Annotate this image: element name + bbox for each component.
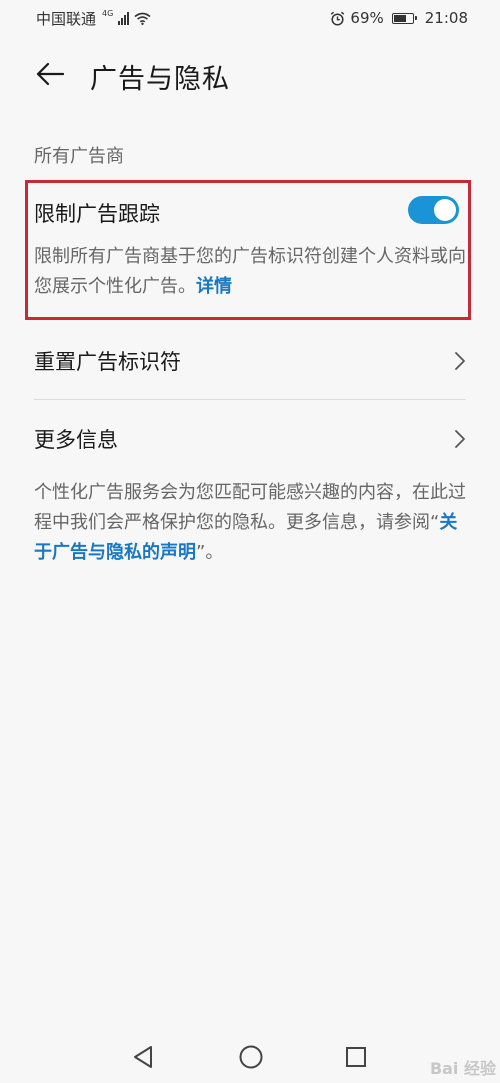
- square-recents-icon[interactable]: [344, 1044, 368, 1070]
- navigation-bar: Bai 经验: [0, 1030, 500, 1083]
- reset-ad-id-label: 重置广告标识符: [34, 350, 181, 374]
- more-info-item[interactable]: 更多信息: [34, 419, 466, 459]
- battery-percent: 69%: [350, 9, 384, 27]
- more-info-label: 更多信息: [34, 428, 118, 452]
- circle-home-icon[interactable]: [238, 1044, 264, 1070]
- toggle-knob: [434, 199, 456, 221]
- status-bar: 中国联通 4G 69% 21:08: [0, 0, 500, 36]
- carrier-name: 中国联通: [36, 9, 97, 28]
- footer-text: 个性化广告服务会为您匹配可能感兴趣的内容，在此过程中我们会严格保护您的隐私。更多…: [34, 478, 468, 568]
- footer-text-after: ”。: [196, 542, 224, 563]
- signal-icon: [118, 11, 130, 25]
- section-label: 所有广告商: [34, 146, 124, 167]
- watermark: Bai 经验: [429, 1059, 496, 1078]
- header: 广告与隐私: [0, 50, 500, 98]
- footer-text-before: 个性化广告服务会为您匹配可能感兴趣的内容，在此过程中我们会严格保护您的隐私。更多…: [34, 482, 466, 533]
- clock: 21:08: [424, 9, 468, 27]
- battery-icon: [391, 12, 417, 24]
- reset-ad-id-item[interactable]: 重置广告标识符: [34, 341, 466, 381]
- status-right: 69% 21:08: [330, 9, 468, 27]
- limit-tracking-description: 限制所有广告商基于您的广告标识符创建个人资料或向您展示个性化广告。详情: [34, 242, 466, 302]
- details-link[interactable]: 详情: [196, 276, 232, 297]
- chevron-right-icon: [455, 430, 465, 448]
- alarm-icon: [330, 11, 345, 26]
- limit-tracking-toggle[interactable]: [408, 196, 459, 224]
- back-button[interactable]: [34, 59, 66, 89]
- network-type: 4G: [102, 8, 114, 18]
- status-left: 中国联通 4G: [36, 8, 151, 29]
- divider: [34, 399, 466, 400]
- page-title: 广告与隐私: [90, 64, 230, 95]
- wifi-icon: [134, 12, 151, 25]
- arrow-left-icon: [36, 62, 64, 86]
- triangle-back-icon[interactable]: [131, 1044, 155, 1070]
- limit-tracking-title: 限制广告跟踪: [34, 202, 160, 226]
- chevron-right-icon: [455, 352, 465, 370]
- description-text: 限制所有广告商基于您的广告标识符创建个人资料或向您展示个性化广告。: [34, 246, 466, 297]
